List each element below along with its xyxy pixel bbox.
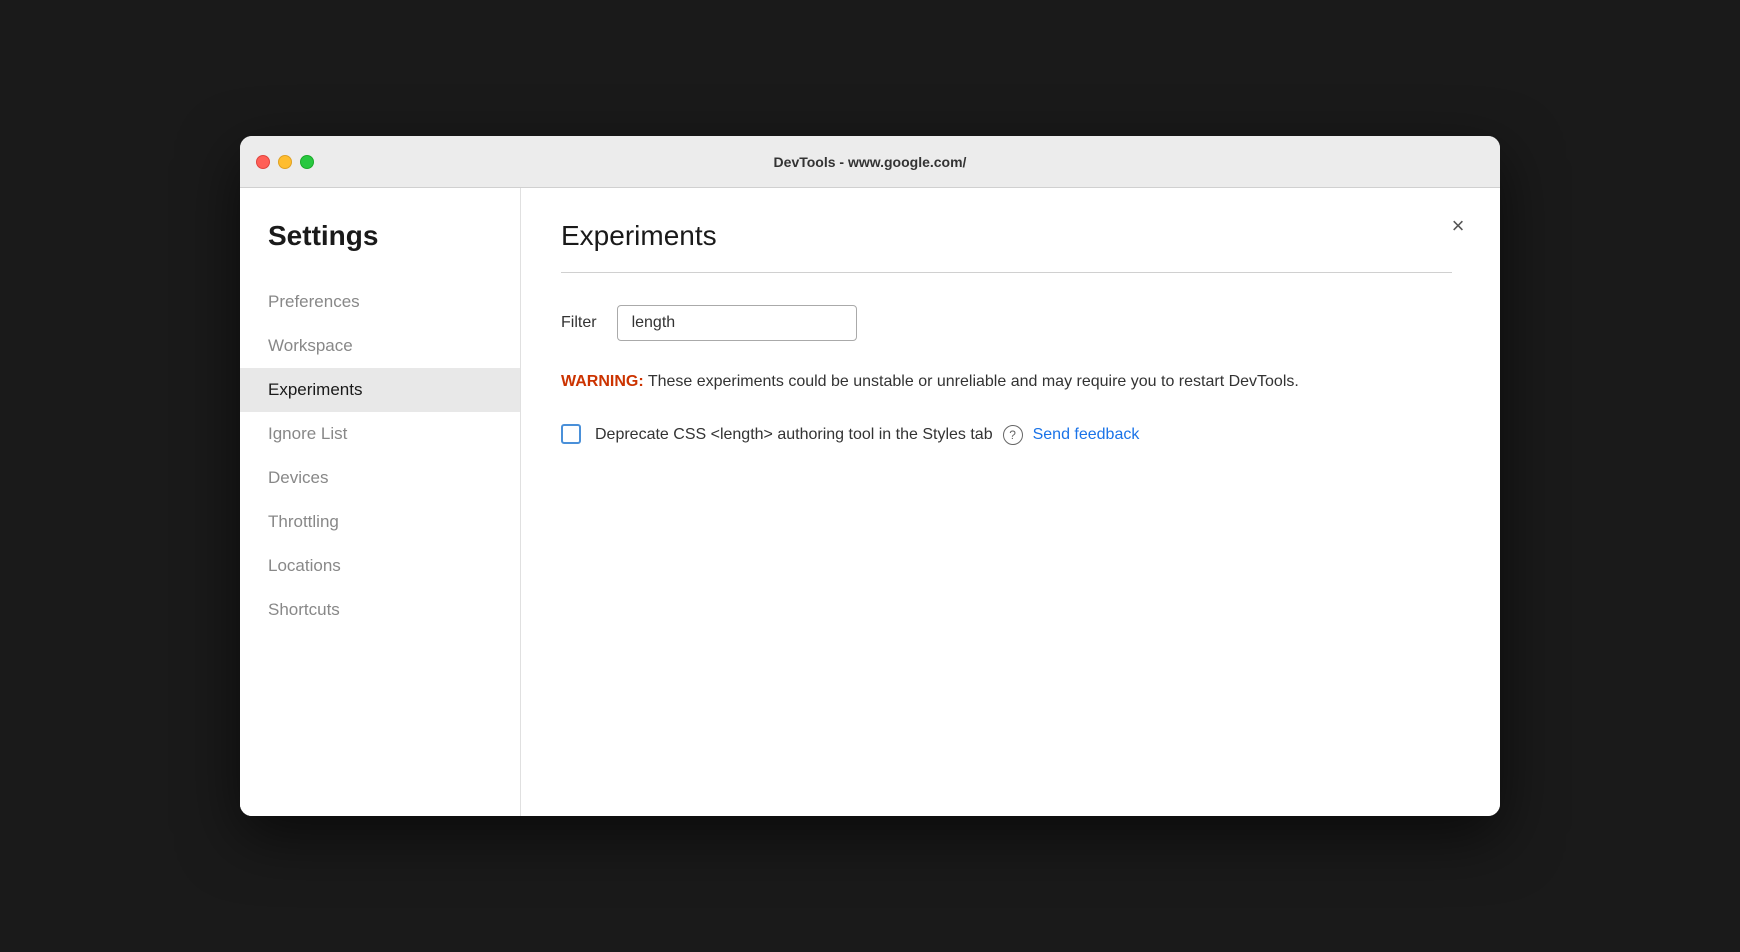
close-traffic-light[interactable] xyxy=(256,155,270,169)
sidebar-item-throttling[interactable]: Throttling xyxy=(240,500,520,544)
sidebar-item-preferences[interactable]: Preferences xyxy=(240,280,520,324)
main-content: × Experiments Filter WARNING: These expe… xyxy=(520,188,1500,816)
close-settings-button[interactable]: × xyxy=(1444,212,1472,240)
warning-label: WARNING: xyxy=(561,373,644,390)
filter-row: Filter xyxy=(561,305,1452,341)
filter-input[interactable] xyxy=(617,305,857,341)
window-title: DevTools - www.google.com/ xyxy=(774,154,967,170)
section-divider xyxy=(561,272,1452,273)
warning-text: WARNING: These experiments could be unst… xyxy=(561,369,1452,395)
traffic-lights xyxy=(256,155,314,169)
warning-body: These experiments could be unstable or u… xyxy=(644,373,1299,390)
devtools-window: DevTools - www.google.com/ Settings Pref… xyxy=(240,136,1500,816)
sidebar-item-workspace[interactable]: Workspace xyxy=(240,324,520,368)
send-feedback-link[interactable]: Send feedback xyxy=(1033,423,1140,447)
sidebar-item-shortcuts[interactable]: Shortcuts xyxy=(240,588,520,632)
page-title: Experiments xyxy=(561,220,1452,252)
sidebar-item-experiments[interactable]: Experiments xyxy=(240,368,520,412)
filter-label: Filter xyxy=(561,314,597,332)
deprecate-css-length-checkbox[interactable] xyxy=(561,424,581,444)
sidebar: Settings Preferences Workspace Experimen… xyxy=(240,188,520,816)
titlebar: DevTools - www.google.com/ xyxy=(240,136,1500,188)
maximize-traffic-light[interactable] xyxy=(300,155,314,169)
help-icon[interactable]: ? xyxy=(1003,425,1023,445)
sidebar-item-locations[interactable]: Locations xyxy=(240,544,520,588)
window-body: Settings Preferences Workspace Experimen… xyxy=(240,188,1500,816)
experiment-row: Deprecate CSS <length> authoring tool in… xyxy=(561,423,1452,447)
minimize-traffic-light[interactable] xyxy=(278,155,292,169)
experiment-label: Deprecate CSS <length> authoring tool in… xyxy=(595,423,1139,447)
sidebar-item-ignore-list[interactable]: Ignore List xyxy=(240,412,520,456)
sidebar-heading: Settings xyxy=(240,220,520,280)
experiment-label-text: Deprecate CSS <length> authoring tool in… xyxy=(595,423,993,447)
sidebar-item-devices[interactable]: Devices xyxy=(240,456,520,500)
